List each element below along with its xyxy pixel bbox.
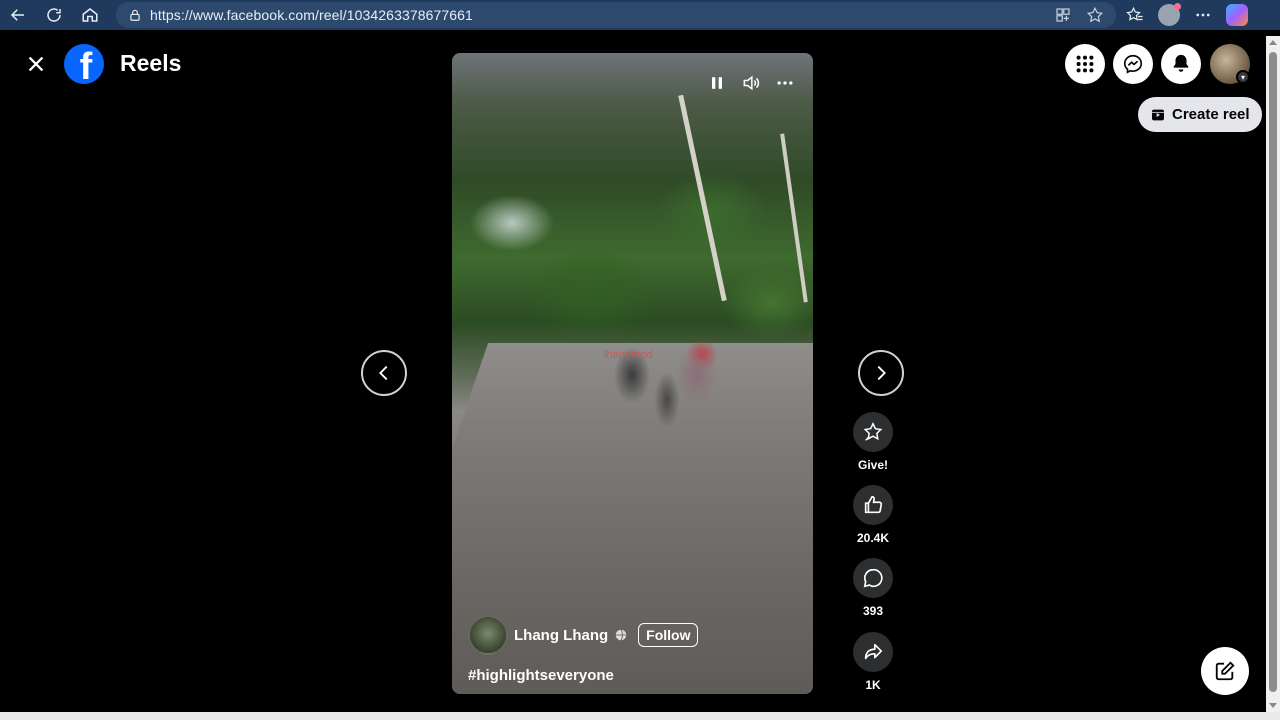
back-icon[interactable] [0, 0, 36, 30]
new-message-button[interactable] [1201, 647, 1249, 695]
thumbs-up-icon[interactable] [853, 485, 893, 525]
apps-icon[interactable] [1054, 6, 1072, 24]
give-label: Give! [857, 458, 888, 472]
compose-icon [1215, 661, 1235, 681]
video-watermark: lhangmod [604, 349, 653, 361]
share-count: 1K [865, 678, 881, 692]
favorites-icon[interactable] [1124, 4, 1146, 26]
page-title: Reels [120, 50, 182, 76]
url-text[interactable]: https://www.facebook.com/reel/1034263378… [150, 7, 473, 23]
pause-icon[interactable] [707, 73, 727, 93]
chevron-left-icon [379, 365, 388, 381]
author-row: Lhang Lhang Follow [468, 615, 797, 655]
video-foliage [452, 93, 813, 353]
comment-count: 393 [862, 604, 884, 618]
share-action[interactable]: 1K [852, 632, 894, 692]
page-scrollbar[interactable] [1266, 36, 1280, 712]
comment-icon[interactable] [853, 558, 893, 598]
next-reel-button[interactable] [858, 350, 904, 396]
browser-actions [1124, 0, 1248, 30]
create-reel-label: Create reel [1172, 106, 1250, 123]
messenger-icon[interactable] [1113, 44, 1153, 84]
give-star-icon[interactable] [853, 412, 893, 452]
video-controls [707, 73, 795, 93]
reel-icon [1152, 109, 1164, 120]
chevron-down-icon[interactable]: ▾ [1236, 70, 1250, 84]
give-action[interactable]: Give! [852, 412, 894, 472]
address-bar-actions [1054, 6, 1104, 24]
scroll-up-arrow-icon[interactable] [1269, 40, 1277, 45]
address-bar[interactable]: https://www.facebook.com/reel/1034263378… [116, 2, 1116, 28]
close-icon[interactable] [22, 50, 50, 78]
share-arrow-icon[interactable] [853, 632, 893, 672]
reels-page: f Reels ▾ Create reel lhangmod Lhang Lha… [0, 36, 1266, 712]
profile-icon[interactable] [1158, 3, 1181, 26]
menu-grid-icon[interactable] [1065, 44, 1105, 84]
more-options-icon[interactable] [775, 73, 795, 93]
copilot-icon[interactable] [1226, 4, 1248, 26]
facebook-logo[interactable]: f [64, 44, 104, 84]
facebook-logo-letter: f [79, 46, 93, 84]
chevron-right-icon [877, 365, 886, 381]
comment-action[interactable]: 393 [852, 558, 894, 618]
refresh-icon[interactable] [36, 0, 72, 30]
author-name[interactable]: Lhang Lhang [514, 627, 608, 644]
volume-icon[interactable] [741, 73, 761, 93]
scrollbar-thumb[interactable] [1269, 52, 1277, 692]
scroll-down-arrow-icon[interactable] [1269, 703, 1277, 708]
browser-toolbar: https://www.facebook.com/reel/1034263378… [0, 0, 1280, 30]
reel-hashtag[interactable]: #highlightseveryone [468, 667, 797, 684]
home-icon[interactable] [72, 0, 108, 30]
create-reel-button[interactable]: Create reel [1138, 97, 1262, 132]
author-avatar[interactable] [468, 615, 508, 655]
follow-button[interactable]: Follow [638, 623, 699, 647]
reel-video[interactable]: lhangmod Lhang Lhang Follow #highlightse… [452, 53, 813, 694]
video-info: Lhang Lhang Follow #highlightseveryone [468, 615, 797, 684]
lock-icon [130, 9, 140, 21]
globe-icon [615, 629, 627, 641]
taskbar-edge [0, 712, 1280, 720]
notifications-bell-icon[interactable] [1161, 44, 1201, 84]
like-action[interactable]: 20.4K [852, 485, 894, 545]
video-riders [582, 315, 742, 445]
star-icon[interactable] [1086, 6, 1104, 24]
like-count: 20.4K [856, 531, 890, 545]
more-icon[interactable] [1192, 4, 1214, 26]
previous-reel-button[interactable] [361, 350, 407, 396]
